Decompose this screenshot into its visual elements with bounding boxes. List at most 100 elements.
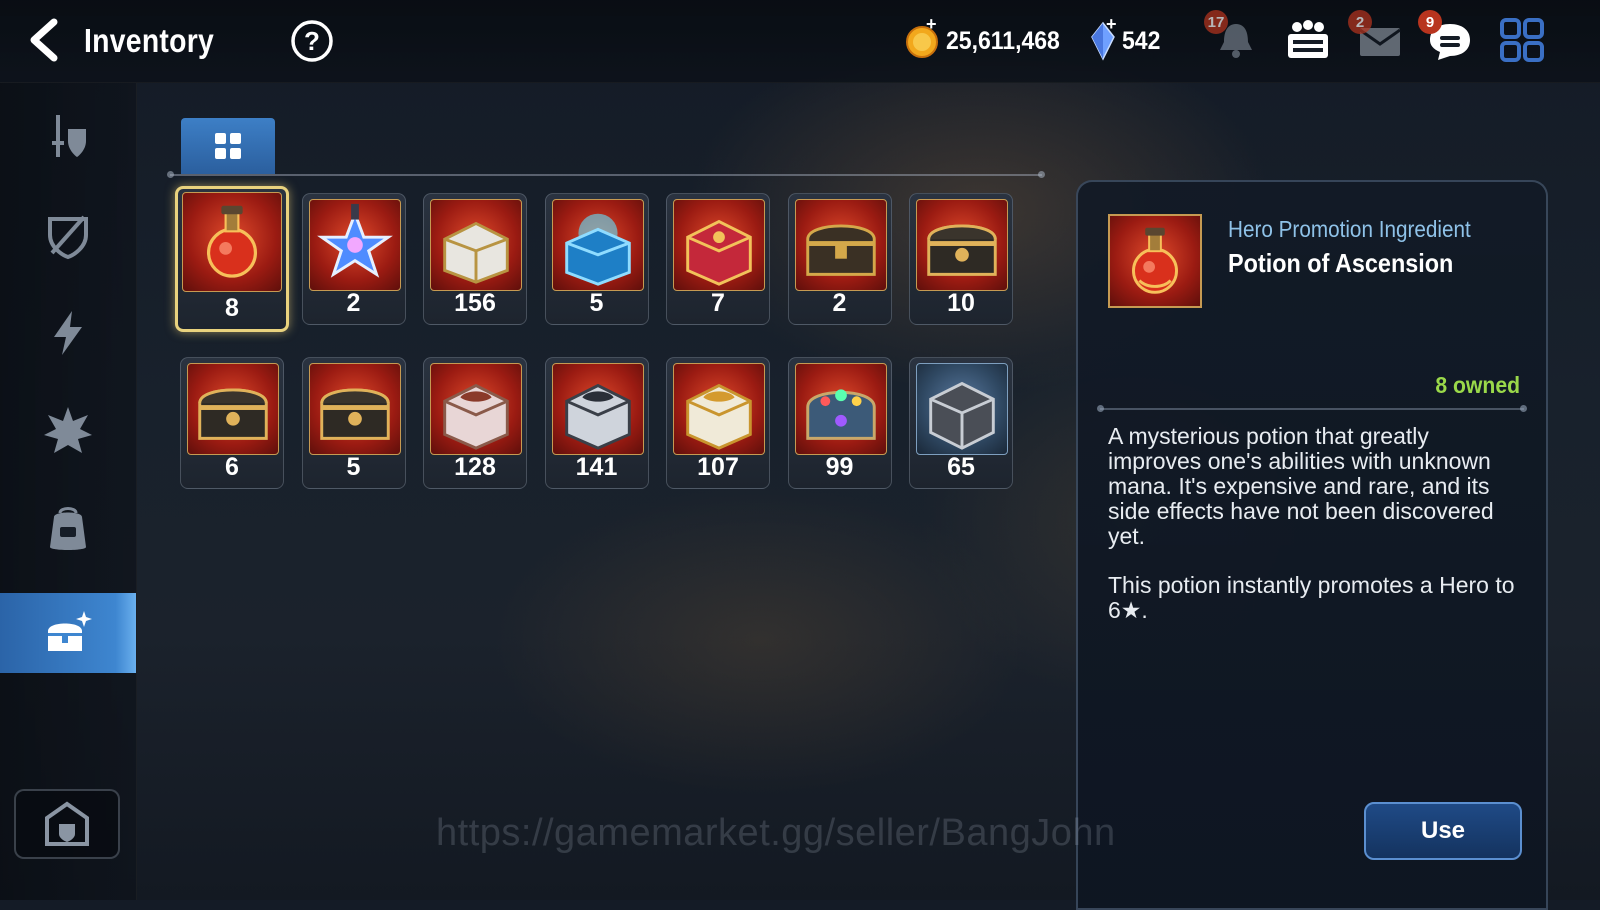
- grid-menu-icon: [1500, 18, 1544, 62]
- filter-tabs: [167, 118, 1045, 178]
- inventory-slot[interactable]: 2: [301, 193, 406, 325]
- iron-cube-icon: [929, 381, 995, 450]
- item-quantity: 5: [346, 453, 361, 481]
- dark-chest-icon: [805, 224, 876, 276]
- inventory-slot[interactable]: 99: [787, 357, 892, 489]
- jeweled-chest-icon: [805, 389, 876, 440]
- team-button[interactable]: [1280, 12, 1336, 68]
- sword-shield-icon: [52, 115, 86, 157]
- svg-text:?: ?: [304, 26, 320, 56]
- sidebar-item-equipment[interactable]: [0, 97, 136, 177]
- team-icon: [1288, 20, 1328, 58]
- item-quantity: 10: [947, 289, 975, 317]
- sidebar-item-bag[interactable]: [0, 489, 136, 569]
- inventory-slot[interactable]: 128: [423, 357, 527, 489]
- item-image: [916, 363, 1008, 455]
- crystal-currency[interactable]: + 542: [1090, 14, 1164, 62]
- inventory-slot[interactable]: 7: [666, 193, 770, 325]
- gold-cube-chest-icon: [686, 383, 752, 450]
- sidebar-item-chests[interactable]: [0, 593, 136, 673]
- notification-button[interactable]: 17: [1204, 10, 1264, 68]
- item-quantity: 107: [697, 453, 739, 481]
- inventory-slot[interactable]: 107: [666, 357, 770, 489]
- potion-icon: [206, 205, 258, 278]
- inventory-slot[interactable]: 156: [423, 193, 527, 325]
- inventory-slot[interactable]: 5: [301, 357, 406, 489]
- inventory-slot[interactable]: 5: [544, 193, 649, 325]
- blue-chest-icon: [564, 213, 631, 286]
- detail-item-image: [1108, 214, 1202, 308]
- gold-chest-icon: [927, 224, 997, 276]
- owned-count: 8 owned: [1435, 372, 1520, 398]
- gold-chest-icon: [319, 388, 390, 440]
- notification-badge: 17: [1204, 10, 1228, 34]
- sidebar-item-materials[interactable]: [0, 293, 136, 373]
- detail-divider: [1097, 405, 1527, 412]
- item-quantity: 2: [832, 289, 847, 317]
- item-quantity: 65: [947, 453, 975, 481]
- grid-icon: [215, 133, 241, 159]
- tab-all[interactable]: [181, 118, 275, 174]
- item-image: [794, 199, 887, 291]
- tab-divider: [167, 171, 1045, 178]
- inventory-slot[interactable]: 141: [544, 357, 649, 489]
- silver-cube-chest-icon: [564, 383, 631, 450]
- inventory-slot[interactable]: 2: [787, 193, 892, 325]
- spiky-crystal-icon: [44, 407, 92, 453]
- item-name: Potion of Ascension: [1228, 248, 1454, 278]
- item-image: [551, 199, 644, 291]
- lightning-icon: [54, 311, 82, 355]
- back-arrow-icon: [30, 18, 58, 62]
- item-quantity: 141: [575, 453, 618, 481]
- crystal-amount: 542: [1122, 26, 1161, 55]
- back-button[interactable]: [24, 18, 68, 62]
- item-image: [182, 192, 282, 292]
- mail-button[interactable]: 2: [1348, 10, 1408, 68]
- item-image: [308, 199, 401, 291]
- item-quantity: 5: [589, 289, 604, 317]
- inventory-slot[interactable]: 10: [909, 193, 1013, 325]
- sidebar-item-artifacts[interactable]: [0, 195, 136, 275]
- item-image: [673, 363, 765, 455]
- inventory-slot[interactable]: 8: [175, 186, 289, 332]
- item-quantity: 99: [825, 453, 854, 481]
- top-bar: Inventory ? + 25,611,468 + 542 17 2 9: [0, 0, 1600, 83]
- pink-cube-chest-icon: [443, 383, 509, 450]
- item-image: [187, 363, 279, 455]
- gold-currency[interactable]: + 25,611,468: [904, 14, 1070, 62]
- item-description: A mysterious potion that greatly improve…: [1108, 424, 1520, 647]
- main-menu-button[interactable]: [1494, 12, 1550, 68]
- item-quantity: 7: [711, 289, 725, 317]
- gold-amount: 25,611,468: [946, 26, 1060, 55]
- potion-icon: [1132, 227, 1178, 294]
- help-button[interactable]: ?: [290, 19, 334, 63]
- question-icon: ?: [291, 20, 333, 62]
- description-paragraph: A mysterious potion that greatly improve…: [1108, 423, 1494, 549]
- sidebar-item-catalysts[interactable]: [0, 391, 136, 471]
- item-image: [430, 363, 522, 455]
- storage-house-icon: [45, 801, 89, 846]
- star-potion-icon: [316, 203, 393, 278]
- use-button[interactable]: Use: [1364, 802, 1522, 860]
- item-image: [673, 199, 765, 291]
- inventory-slot[interactable]: 6: [180, 357, 284, 489]
- watermark: https://gamemarket.gg/seller/BangJohn: [436, 812, 1116, 854]
- artifact-shield-icon: [48, 215, 88, 260]
- item-image: [308, 363, 401, 455]
- item-image: [551, 363, 644, 455]
- item-detail-panel: Hero Promotion Ingredient Potion of Asce…: [1076, 180, 1548, 910]
- red-chest-icon: [686, 219, 752, 286]
- storage-button[interactable]: [14, 789, 120, 859]
- category-sidebar: [0, 83, 137, 900]
- item-category: Hero Promotion Ingredient: [1228, 216, 1471, 242]
- item-quantity: 6: [225, 453, 239, 481]
- gold-chest-icon: [198, 388, 268, 440]
- page-title: Inventory: [84, 22, 215, 59]
- inventory-slot[interactable]: 65: [909, 357, 1013, 489]
- item-quantity: 128: [454, 453, 496, 481]
- description-paragraph: This potion instantly promotes a Hero to…: [1108, 572, 1515, 623]
- chat-button[interactable]: 9: [1418, 10, 1478, 68]
- chat-badge: 9: [1418, 10, 1442, 34]
- backpack-icon: [50, 507, 86, 550]
- white-chest-icon: [443, 221, 509, 284]
